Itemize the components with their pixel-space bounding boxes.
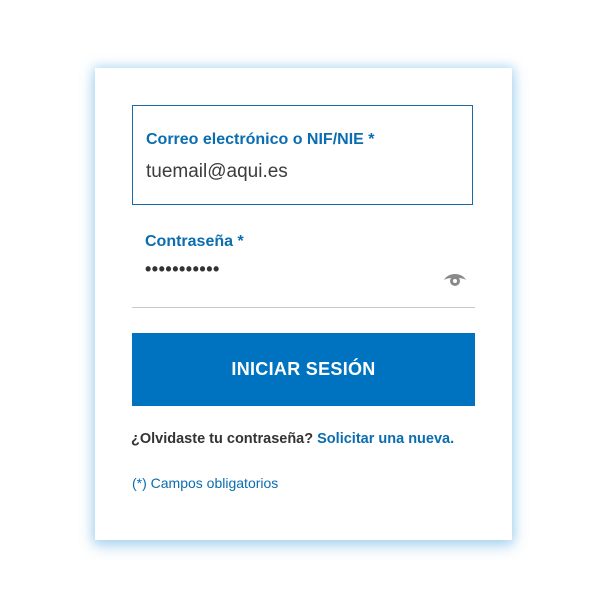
- password-field-container[interactable]: Contraseña * •••••••••••: [132, 221, 475, 308]
- forgot-password-line: ¿Olvidaste tu contraseña? Solicitar una …: [131, 431, 454, 447]
- email-field-container[interactable]: Correo electrónico o NIF/NIE *: [132, 105, 473, 205]
- eye-icon[interactable]: [443, 271, 467, 287]
- login-button[interactable]: INICIAR SESIÓN: [132, 333, 475, 406]
- password-input[interactable]: •••••••••••: [145, 259, 220, 280]
- login-card: Correo electrónico o NIF/NIE * Contraseñ…: [95, 68, 512, 540]
- password-label: Contraseña *: [145, 233, 244, 250]
- email-input[interactable]: [146, 161, 446, 183]
- email-label: Correo electrónico o NIF/NIE *: [146, 131, 375, 148]
- request-new-password-link[interactable]: Solicitar una nueva.: [317, 431, 454, 447]
- forgot-password-text: ¿Olvidaste tu contraseña?: [131, 431, 314, 447]
- required-fields-note: (*) Campos obligatorios: [132, 475, 279, 491]
